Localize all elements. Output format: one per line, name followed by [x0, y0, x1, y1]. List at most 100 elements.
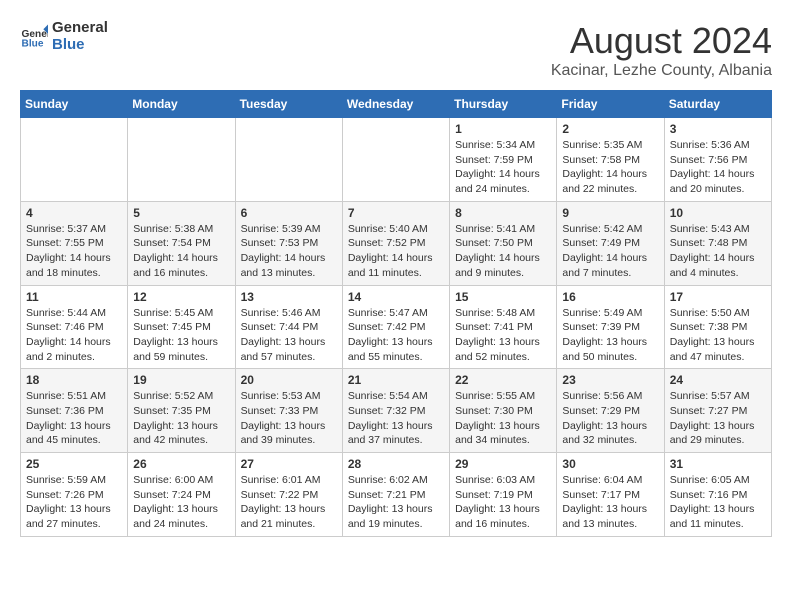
day-number: 12 — [133, 290, 229, 304]
day-number: 17 — [670, 290, 766, 304]
calendar-cell: 15Sunrise: 5:48 AMSunset: 7:41 PMDayligh… — [450, 285, 557, 369]
day-info: Sunrise: 5:46 AMSunset: 7:44 PMDaylight:… — [241, 306, 337, 365]
day-info: Sunrise: 6:01 AMSunset: 7:22 PMDaylight:… — [241, 473, 337, 532]
day-info: Sunrise: 5:43 AMSunset: 7:48 PMDaylight:… — [670, 222, 766, 281]
day-info: Sunrise: 5:49 AMSunset: 7:39 PMDaylight:… — [562, 306, 658, 365]
svg-text:Blue: Blue — [22, 38, 44, 49]
calendar-cell: 7 Sunrise: 5:40 AMSunset: 7:52 PMDaylight… — [342, 201, 449, 285]
day-info: Sunrise: 5:44 AMSunset: 7:46 PMDaylight:… — [26, 306, 122, 365]
day-info: Sunrise: 5:40 AMSunset: 7:52 PMDaylight:… — [348, 222, 444, 281]
day-info: Sunrise: 5:38 AMSunset: 7:54 PMDaylight:… — [133, 222, 229, 281]
day-number: 28 — [348, 457, 444, 471]
day-number: 4 — [26, 206, 122, 220]
week-row-3: 11 Sunrise: 5:44 AMSunset: 7:46 PMDayligh… — [21, 285, 772, 369]
day-number: 22 — [455, 373, 551, 387]
calendar-cell: 16 Sunrise: 5:49 AMSunset: 7:39 PMDayligh… — [557, 285, 664, 369]
day-info: Sunrise: 6:00 AMSunset: 7:24 PMDaylight:… — [133, 473, 229, 532]
calendar-cell: 18 Sunrise: 5:51 AMSunset: 7:36 PMDayligh… — [21, 369, 128, 453]
weekday-header-thursday: Thursday — [450, 91, 557, 118]
day-number: 23 — [562, 373, 658, 387]
calendar-cell: 9Sunrise: 5:42 AMSunset: 7:49 PMDaylight… — [557, 201, 664, 285]
day-number: 25 — [26, 457, 122, 471]
day-info: Sunrise: 5:56 AMSunset: 7:29 PMDaylight:… — [562, 389, 658, 448]
day-info: Sunrise: 5:37 AMSunset: 7:55 PMDaylight:… — [26, 222, 122, 281]
weekday-header-tuesday: Tuesday — [235, 91, 342, 118]
day-number: 7 — [348, 206, 444, 220]
week-row-1: 1Sunrise: 5:34 AMSunset: 7:59 PMDaylight… — [21, 118, 772, 202]
logo-blue-text: Blue — [52, 37, 108, 54]
header: General Blue General Blue August 2024 Ka… — [20, 20, 772, 80]
day-number: 14 — [348, 290, 444, 304]
calendar-cell: 10 Sunrise: 5:43 AMSunset: 7:48 PMDayligh… — [664, 201, 771, 285]
weekday-header-sunday: Sunday — [21, 91, 128, 118]
weekday-header-friday: Friday — [557, 91, 664, 118]
calendar-cell: 28 Sunrise: 6:02 AMSunset: 7:21 PMDayligh… — [342, 453, 449, 537]
calendar-cell: 2 Sunrise: 5:35 AMSunset: 7:58 PMDaylight… — [557, 118, 664, 202]
day-number: 18 — [26, 373, 122, 387]
day-info: Sunrise: 5:52 AMSunset: 7:35 PMDaylight:… — [133, 389, 229, 448]
day-number: 24 — [670, 373, 766, 387]
day-number: 10 — [670, 206, 766, 220]
week-row-5: 25 Sunrise: 5:59 AMSunset: 7:26 PMDayligh… — [21, 453, 772, 537]
day-info: Sunrise: 5:55 AMSunset: 7:30 PMDaylight:… — [455, 389, 551, 448]
calendar-cell: 8 Sunrise: 5:41 AMSunset: 7:50 PMDaylight… — [450, 201, 557, 285]
calendar-cell — [235, 118, 342, 202]
calendar-cell: 26 Sunrise: 6:00 AMSunset: 7:24 PMDayligh… — [128, 453, 235, 537]
day-info: Sunrise: 5:57 AMSunset: 7:27 PMDaylight:… — [670, 389, 766, 448]
day-number: 20 — [241, 373, 337, 387]
day-number: 21 — [348, 373, 444, 387]
calendar-cell: 13 Sunrise: 5:46 AMSunset: 7:44 PMDayligh… — [235, 285, 342, 369]
day-number: 6 — [241, 206, 337, 220]
day-number: 3 — [670, 122, 766, 136]
calendar-cell: 21 Sunrise: 5:54 AMSunset: 7:32 PMDayligh… — [342, 369, 449, 453]
calendar-cell: 19 Sunrise: 5:52 AMSunset: 7:35 PMDayligh… — [128, 369, 235, 453]
day-number: 29 — [455, 457, 551, 471]
day-info: Sunrise: 5:48 AMSunset: 7:41 PMDaylight:… — [455, 306, 551, 365]
calendar-cell: 29 Sunrise: 6:03 AMSunset: 7:19 PMDayligh… — [450, 453, 557, 537]
day-info: Sunrise: 5:54 AMSunset: 7:32 PMDaylight:… — [348, 389, 444, 448]
weekday-header-wednesday: Wednesday — [342, 91, 449, 118]
logo: General Blue General Blue — [20, 20, 108, 53]
day-info: Sunrise: 6:05 AMSunset: 7:16 PMDaylight:… — [670, 473, 766, 532]
day-number: 31 — [670, 457, 766, 471]
calendar-cell — [342, 118, 449, 202]
day-info: Sunrise: 6:03 AMSunset: 7:19 PMDaylight:… — [455, 473, 551, 532]
weekday-header-row: SundayMondayTuesdayWednesdayThursdayFrid… — [21, 91, 772, 118]
month-year: August 2024 — [551, 20, 772, 62]
calendar-cell — [128, 118, 235, 202]
calendar-cell: 14 Sunrise: 5:47 AMSunset: 7:42 PMDayligh… — [342, 285, 449, 369]
calendar-cell: 5Sunrise: 5:38 AMSunset: 7:54 PMDaylight… — [128, 201, 235, 285]
calendar-cell: 4 Sunrise: 5:37 AMSunset: 7:55 PMDaylight… — [21, 201, 128, 285]
calendar-cell: 3Sunrise: 5:36 AMSunset: 7:56 PMDaylight… — [664, 118, 771, 202]
location: Kacinar, Lezhe County, Albania — [551, 62, 772, 80]
day-number: 19 — [133, 373, 229, 387]
day-info: Sunrise: 5:53 AMSunset: 7:33 PMDaylight:… — [241, 389, 337, 448]
day-number: 2 — [562, 122, 658, 136]
day-number: 27 — [241, 457, 337, 471]
weekday-header-saturday: Saturday — [664, 91, 771, 118]
calendar-cell: 25 Sunrise: 5:59 AMSunset: 7:26 PMDayligh… — [21, 453, 128, 537]
day-info: Sunrise: 5:59 AMSunset: 7:26 PMDaylight:… — [26, 473, 122, 532]
calendar-cell: 1Sunrise: 5:34 AMSunset: 7:59 PMDaylight… — [450, 118, 557, 202]
day-number: 26 — [133, 457, 229, 471]
day-number: 13 — [241, 290, 337, 304]
calendar-cell: 23 Sunrise: 5:56 AMSunset: 7:29 PMDayligh… — [557, 369, 664, 453]
day-info: Sunrise: 5:45 AMSunset: 7:45 PMDaylight:… — [133, 306, 229, 365]
calendar-cell: 20 Sunrise: 5:53 AMSunset: 7:33 PMDayligh… — [235, 369, 342, 453]
title-area: August 2024 Kacinar, Lezhe County, Alban… — [551, 20, 772, 80]
day-info: Sunrise: 5:51 AMSunset: 7:36 PMDaylight:… — [26, 389, 122, 448]
day-info: Sunrise: 5:34 AMSunset: 7:59 PMDaylight:… — [455, 138, 551, 197]
day-info: Sunrise: 5:47 AMSunset: 7:42 PMDaylight:… — [348, 306, 444, 365]
day-info: Sunrise: 6:02 AMSunset: 7:21 PMDaylight:… — [348, 473, 444, 532]
day-info: Sunrise: 6:04 AMSunset: 7:17 PMDaylight:… — [562, 473, 658, 532]
day-info: Sunrise: 5:35 AMSunset: 7:58 PMDaylight:… — [562, 138, 658, 197]
logo-general-text: General — [52, 20, 108, 37]
calendar-cell: 22 Sunrise: 5:55 AMSunset: 7:30 PMDayligh… — [450, 369, 557, 453]
day-info: Sunrise: 5:42 AMSunset: 7:49 PMDaylight:… — [562, 222, 658, 281]
day-number: 16 — [562, 290, 658, 304]
day-info: Sunrise: 5:41 AMSunset: 7:50 PMDaylight:… — [455, 222, 551, 281]
day-info: Sunrise: 5:39 AMSunset: 7:53 PMDaylight:… — [241, 222, 337, 281]
weekday-header-monday: Monday — [128, 91, 235, 118]
day-number: 8 — [455, 206, 551, 220]
day-number: 11 — [26, 290, 122, 304]
